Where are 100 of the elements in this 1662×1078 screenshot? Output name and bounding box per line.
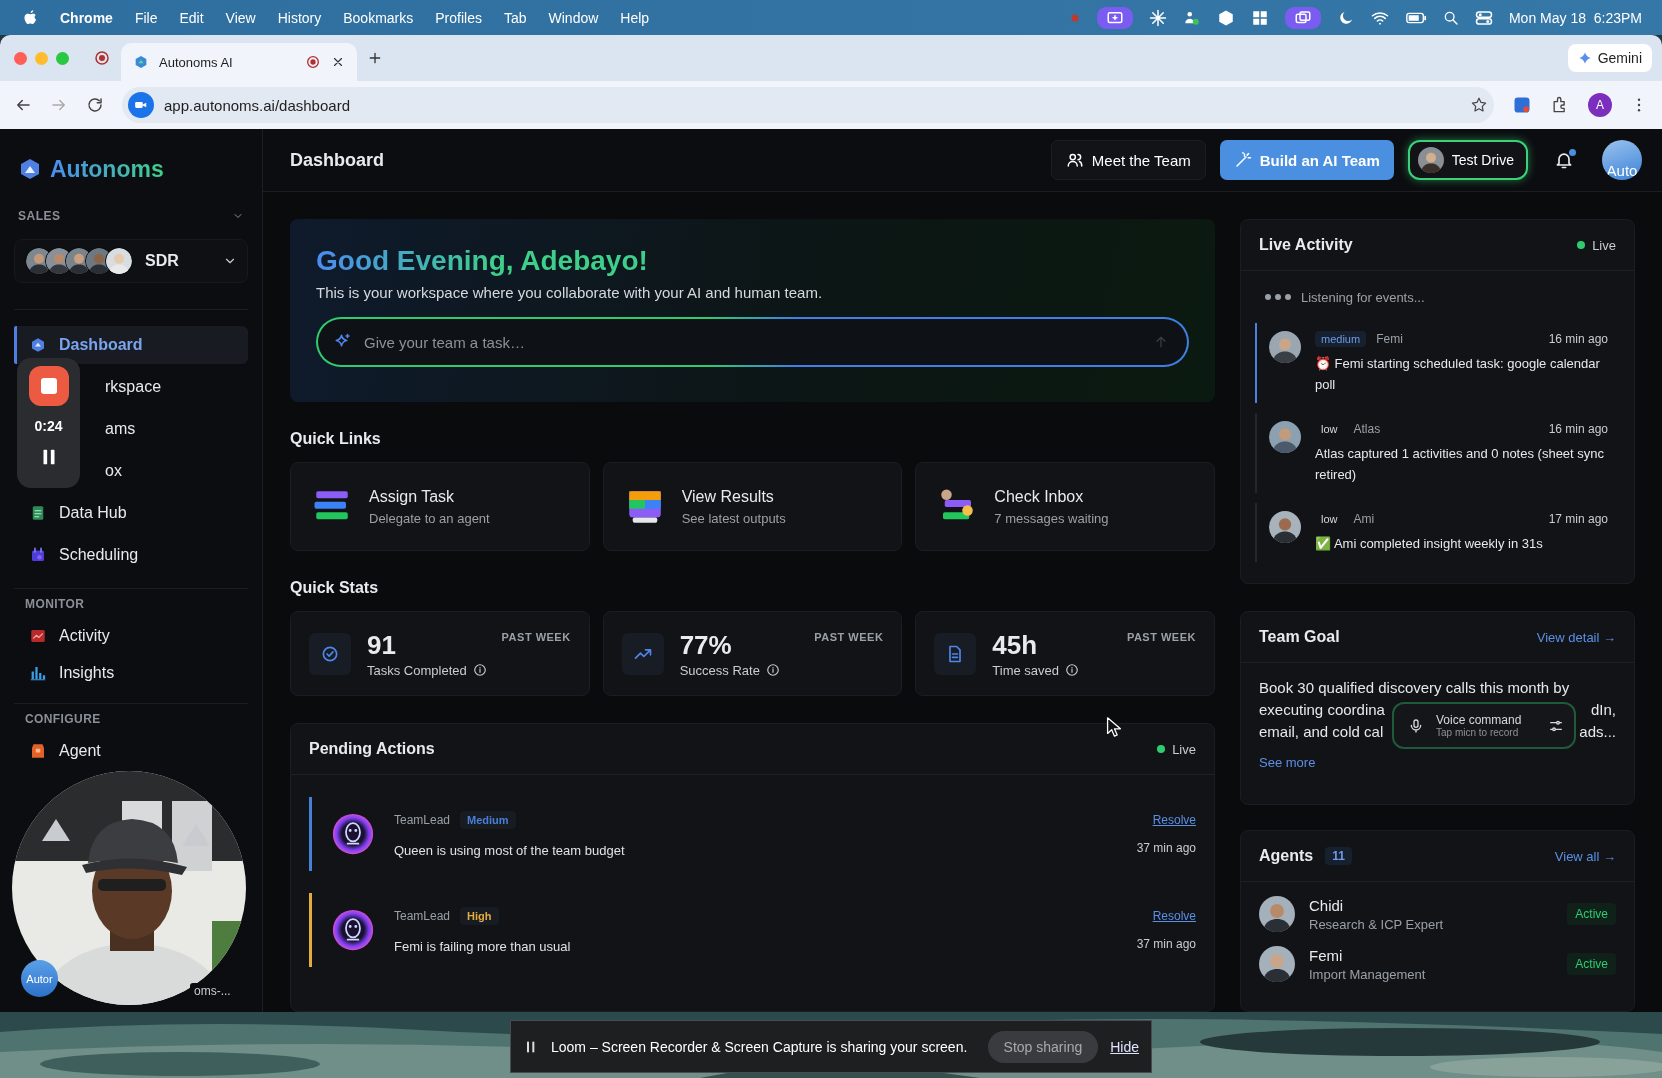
info-icon[interactable] — [472, 663, 487, 677]
menu-item[interactable]: Tab — [503, 9, 527, 26]
menubar-clock[interactable]: Mon May 18 6:23PM — [1508, 9, 1642, 26]
close-icon[interactable] — [331, 55, 345, 69]
sparkle-icon[interactable] — [1148, 8, 1167, 27]
event-time: 16 min ago — [1548, 332, 1608, 346]
card-subtitle: Delegate to an agent — [369, 510, 490, 526]
screen-share-button[interactable] — [1096, 6, 1133, 29]
team-selector[interactable]: SDR — [14, 239, 248, 283]
search-icon[interactable] — [1442, 9, 1459, 26]
welcome-text: This is your workspace where you collaborate with your AI and human team. — [316, 284, 824, 301]
record-icon[interactable] — [93, 49, 111, 67]
event-time: 16 min ago — [1548, 422, 1608, 436]
info-icon[interactable] — [1065, 663, 1080, 677]
level-tag: medium — [1315, 331, 1367, 347]
calendar-icon — [29, 546, 47, 564]
test-drive-button[interactable]: Test Drive — [1407, 140, 1528, 180]
section-label: SALES — [18, 209, 61, 223]
action-text: Queen is using most of the team budget — [394, 842, 626, 858]
agent-role: Import Management — [1309, 966, 1427, 982]
sidebar-item[interactable]: Activity — [14, 619, 248, 653]
grid-icon[interactable] — [1250, 8, 1269, 27]
quick-link-card[interactable]: View Results See latest outputs — [602, 462, 903, 551]
activity-item[interactable]: low Atlas 16 min ago Atlas captured 1 activities and 0 notes (sheet sync retired) — [1255, 413, 1620, 493]
menu-item[interactable]: Window — [548, 9, 599, 26]
stat-value: 91 — [367, 629, 397, 661]
sidebar-item[interactable]: Dashboard — [14, 326, 248, 364]
apple-icon[interactable] — [22, 9, 38, 26]
resolve-link[interactable]: Resolve — [1152, 813, 1196, 827]
typing-dots-icon — [1265, 294, 1291, 300]
stat-label: Time saved — [992, 662, 1060, 678]
voice-command-popup[interactable]: Voice command Tap micn to record — [1392, 702, 1576, 749]
menu-item[interactable]: Help — [620, 9, 650, 26]
browser-tab[interactable]: Autonoms AI — [121, 43, 357, 81]
info-icon[interactable] — [765, 663, 780, 677]
activity-item[interactable]: low Ami 17 min ago ✅ Ami completed insight weekly in 31s — [1255, 503, 1620, 562]
star-icon[interactable] — [1470, 96, 1488, 114]
sidebar-item[interactable]: Data Hub — [14, 494, 248, 532]
quick-link-card[interactable]: Assign Task Delegate to an agent — [290, 462, 590, 551]
stat-period: PAST WEEK — [501, 631, 571, 643]
quick-link-card[interactable]: Check Inbox 7 messages waiting — [915, 462, 1215, 551]
sidebar-item[interactable]: ams — [94, 410, 146, 448]
notifications-button[interactable] — [1554, 150, 1574, 170]
sidebar-item[interactable]: rkspace — [94, 368, 172, 406]
activity-item[interactable]: medium Femi 16 min ago ⏰ Femi starting scheduled task: google calendar poll — [1255, 323, 1620, 403]
avatar-icon — [1259, 896, 1295, 932]
goal-text: dIn, — [1590, 700, 1616, 720]
agent-name: Chidi — [1309, 896, 1345, 914]
reload-icon[interactable] — [86, 96, 104, 114]
menu-item[interactable]: Chrome — [60, 9, 113, 26]
task-input[interactable]: Give your team a task… — [316, 317, 1189, 367]
sidebar-item[interactable]: Agent — [14, 734, 115, 768]
hide-link[interactable]: Hide — [1110, 1038, 1139, 1055]
bar-chart-icon — [29, 664, 47, 682]
resolve-link[interactable]: Resolve — [1152, 909, 1196, 923]
sidebar-item[interactable]: ox — [94, 452, 132, 490]
level-tag: low — [1315, 511, 1344, 527]
event-text: Atlas captured 1 activities and 0 notes (sheet sync retired) — [1315, 445, 1606, 484]
robot-head-icon — [332, 813, 374, 855]
hexagon-logo-icon — [18, 157, 42, 181]
stop-sharing-button[interactable]: Stop sharing — [987, 1030, 1099, 1063]
menu-item[interactable]: History — [277, 9, 322, 26]
agent-role: Research & ICP Expert — [1309, 916, 1445, 932]
menu-item[interactable]: View — [225, 9, 256, 26]
avatar-icon — [1269, 331, 1301, 363]
sparkle-icon — [1577, 51, 1592, 65]
meet-team-button[interactable]: Meet the Team — [1050, 140, 1206, 180]
gemini-button[interactable]: Gemini — [1567, 44, 1652, 72]
view-detail-link[interactable]: View detail → — [1536, 629, 1616, 645]
record-icon — [305, 54, 321, 70]
menu-item[interactable]: Edit — [179, 9, 204, 26]
section-label: CONFIGURE — [24, 712, 102, 726]
see-more-link[interactable]: See more — [1259, 755, 1316, 770]
sidebar-item[interactable]: Insights — [14, 656, 248, 690]
package-icon — [29, 742, 47, 760]
extension-icon[interactable] — [1512, 95, 1532, 115]
avatar-icon — [105, 247, 133, 275]
toggles-icon[interactable] — [1474, 8, 1493, 27]
windows-button[interactable] — [1284, 6, 1321, 29]
status-tag: Active — [1567, 953, 1616, 975]
plus-icon[interactable] — [367, 50, 383, 66]
goal-text: ads... — [1579, 722, 1616, 742]
profile-button[interactable]: A — [1588, 93, 1612, 117]
sidebar-item[interactable]: Scheduling — [14, 536, 248, 574]
menu-item[interactable]: Bookmarks — [343, 9, 414, 26]
cube-icon[interactable] — [1216, 8, 1235, 27]
recording-time: 0:24 — [34, 418, 63, 434]
address-bar[interactable]: app.autonoms.ai/dashboard — [122, 87, 1494, 123]
card-title: Assign Task — [369, 487, 456, 506]
favicon-icon — [133, 54, 149, 70]
priority-tag: Medium — [460, 810, 516, 829]
magic-wand-icon — [1233, 151, 1252, 169]
view-all-link[interactable]: View all → — [1554, 848, 1616, 864]
event-time: 17 min ago — [1548, 512, 1608, 526]
event-text: ⏰ Femi starting scheduled task: google calendar poll — [1315, 355, 1601, 394]
stop-recording-button[interactable] — [28, 366, 69, 406]
menu-item[interactable]: File — [134, 9, 158, 26]
menu-item[interactable]: Profiles — [435, 9, 482, 26]
chart-icon — [29, 627, 47, 645]
popup-title: Voice command — [1436, 713, 1523, 727]
